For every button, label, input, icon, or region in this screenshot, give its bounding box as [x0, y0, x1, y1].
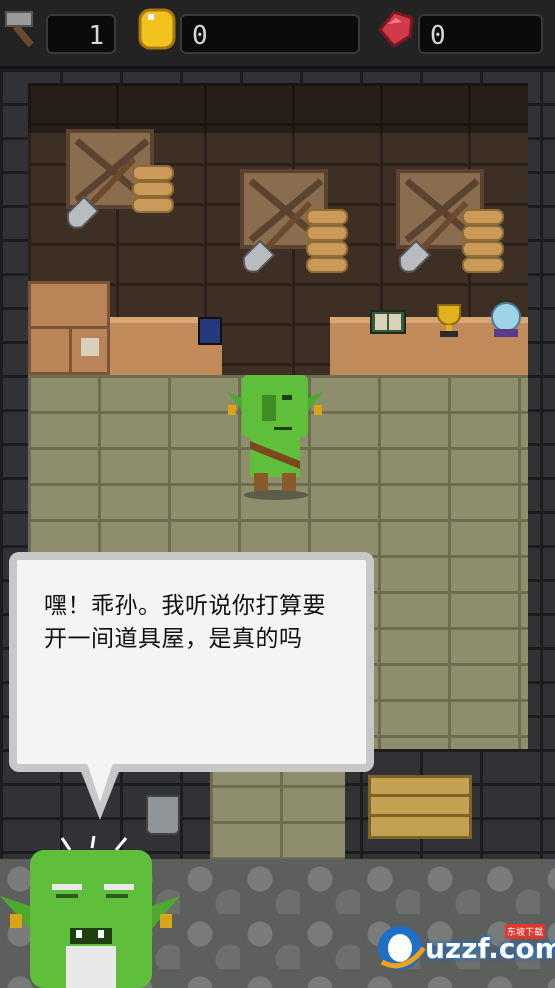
book-icon[interactable] — [198, 317, 222, 345]
gem-count: 0 — [418, 14, 543, 54]
shovel-icon[interactable] — [238, 197, 324, 277]
watermark-text: uzzf.com — [425, 932, 555, 965]
coin-icon — [138, 8, 176, 50]
cabinet[interactable] — [28, 281, 110, 375]
resource-bar: 1 0 0 — [0, 0, 555, 69]
shovel-icon[interactable] — [62, 153, 148, 233]
elder-goblin-portrait — [0, 836, 180, 988]
open-book-icon[interactable] — [370, 309, 406, 335]
goblin-character[interactable] — [222, 369, 328, 501]
wall-shadow — [28, 83, 528, 133]
dialog-text: 嘿！乖孙。我听说你打算要开一间道具屋，是真的吗 — [44, 593, 326, 652]
bucket — [146, 795, 180, 835]
hammer-icon — [5, 11, 34, 48]
scroll-icon — [81, 338, 99, 356]
coin-count: 0 — [180, 14, 360, 54]
trophy-icon[interactable] — [432, 303, 466, 339]
crystal-ball-icon[interactable] — [488, 301, 524, 339]
hammer-count: 1 — [46, 14, 116, 54]
speech-bubble[interactable] — [9, 552, 374, 772]
crate-stack — [368, 775, 472, 839]
shovel-icon[interactable] — [394, 197, 480, 277]
bubble-tail-inner — [86, 760, 114, 802]
gem-icon — [378, 10, 414, 48]
